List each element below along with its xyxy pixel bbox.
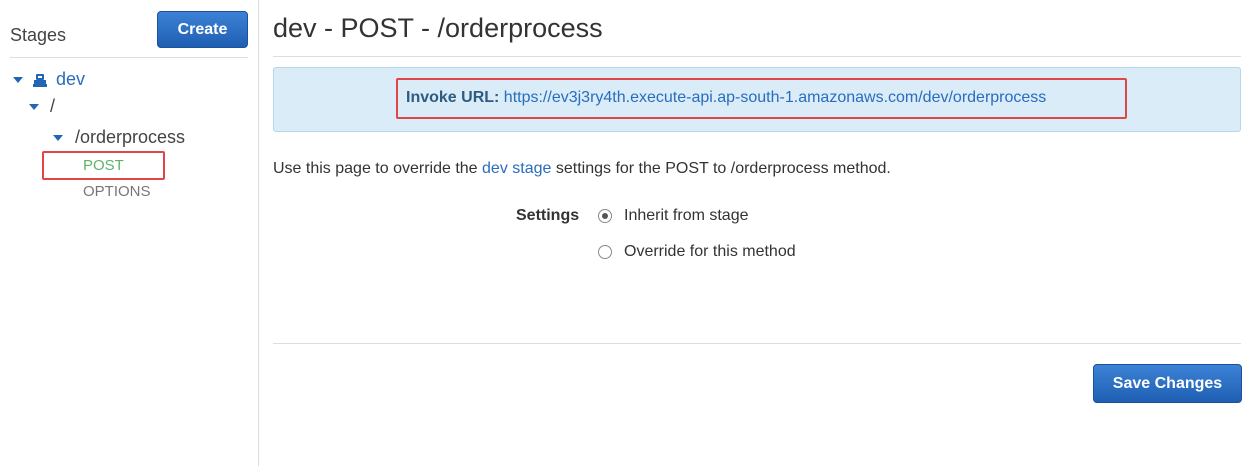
- tree-item-resource[interactable]: /orderprocess: [53, 127, 185, 148]
- description-suffix: settings for the POST to /orderprocess m…: [551, 160, 891, 177]
- highlight-annotation-post: [42, 151, 165, 180]
- radio-override-for-method[interactable]: Override for this method: [598, 243, 796, 261]
- chevron-down-icon[interactable]: [13, 76, 23, 83]
- stages-sidebar: Stages Create dev / /orderprocess POST O…: [0, 0, 259, 466]
- sidebar-title: Stages: [10, 25, 67, 45]
- page-description: Use this page to override the dev stage …: [273, 160, 891, 178]
- page-title: dev - POST - /orderprocess: [273, 13, 603, 43]
- settings-label: Settings: [516, 207, 580, 224]
- radio-inherit-label[interactable]: Inherit from stage: [624, 207, 749, 225]
- sidebar-header: Stages Create: [10, 0, 248, 58]
- radio-override-label[interactable]: Override for this method: [624, 243, 796, 261]
- description-prefix: Use this page to override the: [273, 160, 483, 177]
- tree-item-resource-label[interactable]: /orderprocess: [75, 127, 185, 148]
- highlight-annotation-invoke-url: [396, 78, 1127, 119]
- stage-icon: [33, 73, 47, 87]
- tree-item-root-label[interactable]: /: [50, 96, 55, 117]
- method-options-label[interactable]: OPTIONS: [83, 183, 151, 200]
- save-changes-button[interactable]: Save Changes: [1093, 364, 1242, 403]
- footer-divider: [273, 343, 1241, 344]
- radio-inherit-from-stage[interactable]: Inherit from stage: [598, 207, 749, 225]
- chevron-down-icon[interactable]: [53, 134, 63, 141]
- radio-button-unchecked[interactable]: [598, 245, 612, 259]
- tree-item-root[interactable]: /: [29, 96, 55, 117]
- create-button[interactable]: Create: [157, 11, 248, 48]
- tree-item-stage-dev[interactable]: dev: [13, 69, 85, 90]
- dev-stage-link[interactable]: dev stage: [482, 160, 551, 177]
- title-divider: [273, 56, 1241, 57]
- tree-item-method-options[interactable]: OPTIONS: [83, 183, 151, 200]
- radio-button-checked[interactable]: [598, 209, 612, 223]
- tree-item-stage-label[interactable]: dev: [56, 69, 85, 90]
- chevron-down-icon[interactable]: [29, 103, 39, 110]
